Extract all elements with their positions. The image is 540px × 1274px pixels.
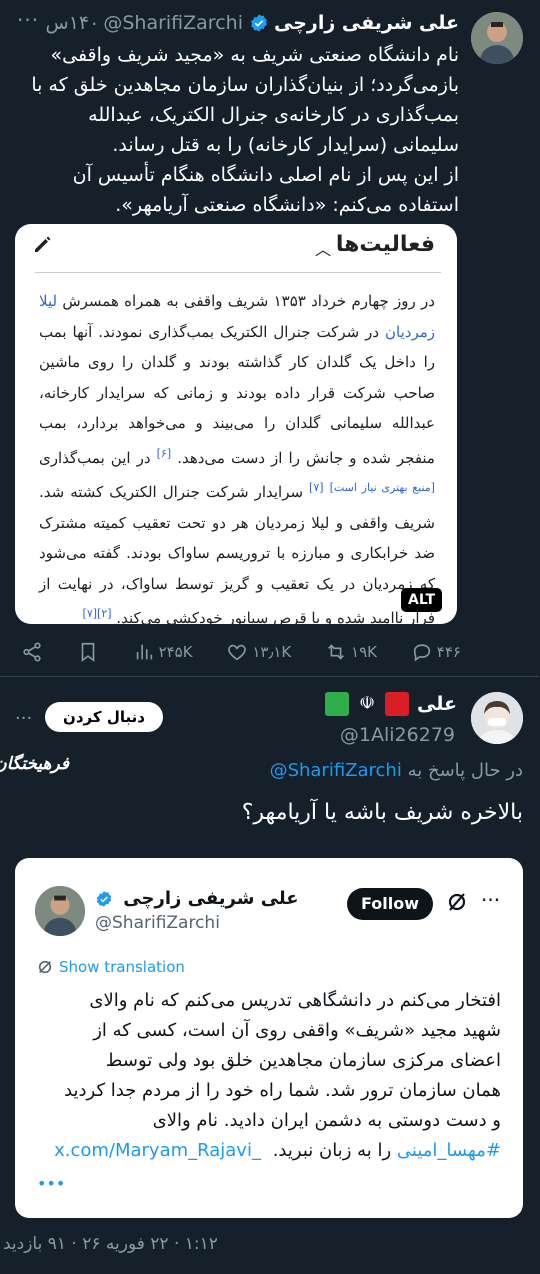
quoted-text-line: و دست دوستی به دشمن ایران دادید. نام وال… [153, 1110, 502, 1131]
tweet-actions: ۲۴۵K ۱۳٫۱K ۱۹K ۴۴۶ [22, 638, 462, 666]
author-name[interactable]: علی شریفی زارچی [275, 12, 460, 34]
quoted-author-name-text: علی شریفی زارچی [124, 888, 300, 909]
quoted-link: x.com/Maryam_Rajavi_ [55, 1140, 262, 1161]
heart-icon [229, 644, 248, 661]
author-avatar[interactable] [472, 12, 524, 64]
reply-author-handle[interactable]: @1Ali26279 [341, 724, 456, 746]
tweet-text: نام دانشگاه صنعتی شریف به «مجید شریف واق… [14, 40, 460, 220]
reply-author: علی ☫ [320, 692, 458, 716]
like-button[interactable]: ۱۳٫۱K [227, 641, 292, 663]
wiki-paragraph: در روز چهارم خرداد ۱۳۵۳ شریف واقفی به هم… [40, 286, 436, 624]
wiki-text: در شرکت جنرال الکتریک بمب‌گذاری نمودند. … [40, 322, 381, 341]
verified-badge-icon [97, 891, 113, 907]
retweet-button[interactable]: ۱۹K [326, 641, 378, 663]
retweet-icon [329, 644, 345, 660]
quoted-text-line: #مهسا_امینی را به زبان نبرید. x.com/Mary… [38, 1136, 502, 1166]
quoted-text-line: همان سازمان ترور شد. شما راه خود را از م… [65, 1080, 502, 1101]
wiki-text: در این بمب‌گذاری [40, 448, 152, 467]
red-square-icon [386, 692, 411, 716]
views-button[interactable]: ۲۴۵K [134, 641, 194, 663]
bookmark-icon [82, 642, 96, 662]
reply-author-name[interactable]: علی [418, 693, 458, 715]
tweet-text-line: از این پس از نام اصلی دانشگاه هنگام تأسی… [73, 164, 460, 186]
replies-count: ۴۴۶ [437, 643, 462, 661]
share-button[interactable] [22, 641, 44, 663]
wiki-text: را داخل یک گلدان کار گذاشته بودند و گلدا… [40, 353, 436, 371]
views-count: ۲۴۵K [159, 643, 194, 661]
green-square-icon [326, 692, 351, 716]
wiki-text: در روز چهارم خرداد ۱۳۵۳ شریف واقفی به هم… [63, 292, 436, 310]
wiki-link: زمردیان [386, 322, 436, 341]
grok-icon [449, 893, 467, 911]
show-translation-label: Show translation [60, 958, 186, 976]
reply-avatar[interactable] [472, 692, 524, 744]
verified-badge-icon [252, 14, 268, 32]
tweet-text-line: بمب‌گذاری در کارخانه‌ی جنرال الکتریک، عب… [89, 104, 460, 126]
tweet-meta-footer: ۱:۱۲ · ۲۲ فوریه ۲۶ · ۹۱ بازدید [4, 1234, 219, 1254]
tweet-header: علی شریفی زارچی @SharifiZarchi ۱۴۰س [14, 8, 460, 38]
quoted-text-line: شهید مجید «شریف» واقفی روی آن است، کسی ک… [94, 1020, 502, 1041]
tweet-text-line: نام دانشگاه صنعتی شریف به «مجید شریف واق… [51, 44, 460, 66]
footer-views: ۹۱ بازدید [4, 1234, 68, 1254]
quoted-text-line: اعضای مرکزی سازمان مجاهدین خلق بود ولی ت… [106, 1050, 502, 1071]
watermark-logo: فرهیختگان [0, 754, 70, 774]
more-options-icon[interactable]: ··· [18, 8, 40, 32]
section-divider [36, 272, 442, 273]
quoted-author-handle: @SharifiZarchi [96, 913, 221, 933]
edit-pencil-icon [36, 236, 52, 252]
wiki-text: سرایدار شرکت جنرال الکتریک کشته شد. [40, 483, 305, 501]
likes-count: ۱۳٫۱K [253, 643, 293, 661]
replying-to-handle[interactable]: @SharifiZarchi [271, 760, 403, 781]
reply-text: بالاخره شریف باشه یا آریامهر؟ [242, 800, 524, 825]
more-options-icon[interactable]: ··· [16, 708, 33, 729]
chevron-up-icon: ︿ [315, 240, 332, 259]
alt-text-badge[interactable]: ALT [402, 588, 443, 612]
quoted-text-fragment: را به زبان نبرید. [273, 1140, 393, 1161]
quoted-tweet-text: افتخار می‌کنم در دانشگاهی تدریس می‌کنم ک… [38, 986, 502, 1166]
quoted-more-icon: ··· [482, 888, 502, 912]
wiki-text: فرار ناامید شده و با قرص سیانور خودکشی م… [117, 609, 436, 624]
views-icon [137, 644, 153, 660]
divider [0, 676, 540, 677]
footer-date: ۲۲ فوریه ۲۶ [83, 1234, 170, 1254]
quoted-follow-button: Follow [348, 888, 434, 920]
footer-time: ۱:۱۲ [185, 1234, 219, 1254]
quoted-tweet-image[interactable]: علی شریفی زارچی @SharifiZarchi Follow ··… [16, 858, 524, 1218]
reply-button[interactable]: ۴۴۶ [412, 641, 462, 663]
retweets-count: ۱۹K [352, 643, 378, 661]
reply-icon [414, 644, 431, 662]
wiki-citation: [۲][۷] [83, 607, 113, 620]
wiki-text: که زمردیان در یک تعقیب و گریز توسط ساواک… [40, 574, 436, 593]
bookmark-button[interactable] [78, 641, 100, 663]
author-handle[interactable]: @SharifiZarchi [104, 12, 244, 34]
tweet-text-line: استفاده می‌کنم: «دانشگاه صنعتی آریامهر». [116, 194, 460, 216]
wiki-link: لیلا [40, 292, 59, 310]
follow-button[interactable]: دنبال کردن [46, 702, 164, 732]
wiki-citation-needed: [منبع بهتری نیاز است] [330, 481, 436, 494]
wiki-text: ضد خرابکاری و مبارزه با تروریسم ساواک بو… [40, 544, 436, 562]
iran-emblem-icon: ☫ [359, 693, 377, 714]
wiki-citation: [۷] [310, 481, 325, 494]
section-title: فعالیت‌ها [336, 232, 436, 257]
quoted-author-name: علی شریفی زارچی [96, 888, 300, 909]
tweet-time[interactable]: ۱۴۰س [47, 12, 101, 34]
wiki-text: شریف واقفی و لیلا زمردیان هر دو تحت تعقی… [40, 513, 436, 532]
wiki-text: صاحب شرکت قرار داده بودند و زمانی که سرا… [40, 383, 436, 402]
hashtag: #مهسا_امینی [397, 1140, 502, 1161]
wiki-text: عبدالله سلیمانی گلدان را می‌بیند و می‌خو… [40, 414, 436, 432]
quoted-text-line: افتخار می‌کنم در دانشگاهی تدریس می‌کنم ک… [90, 990, 502, 1011]
main-tweet: علی شریفی زارچی @SharifiZarchi ۱۴۰س ··· … [0, 0, 540, 680]
translate-icon [39, 960, 53, 974]
tweet-text-line: بازمی‌گردد؛ از بنیان‌گذاران سازمان مجاهد… [32, 74, 460, 96]
wiki-citation: [۶] [157, 446, 173, 460]
replying-to: در حال پاسخ به @SharifiZarchi [271, 760, 524, 781]
show-translation: Show translation [38, 958, 186, 976]
wiki-text: منفجر شده و جانش را از دست می‌دهد. [178, 448, 436, 467]
quoted-more-dots: ••• [38, 1174, 67, 1193]
quoted-author-avatar [36, 886, 86, 936]
tweet-image[interactable]: فعالیت‌ها ︿ در روز چهارم خرداد ۱۳۵۳ شریف… [16, 224, 458, 624]
tweet-text-line: سلیمانی (سرایدار کارخانه) را به قتل رسان… [113, 134, 460, 156]
replying-to-label: در حال پاسخ به [408, 760, 524, 781]
share-icon [24, 642, 42, 662]
